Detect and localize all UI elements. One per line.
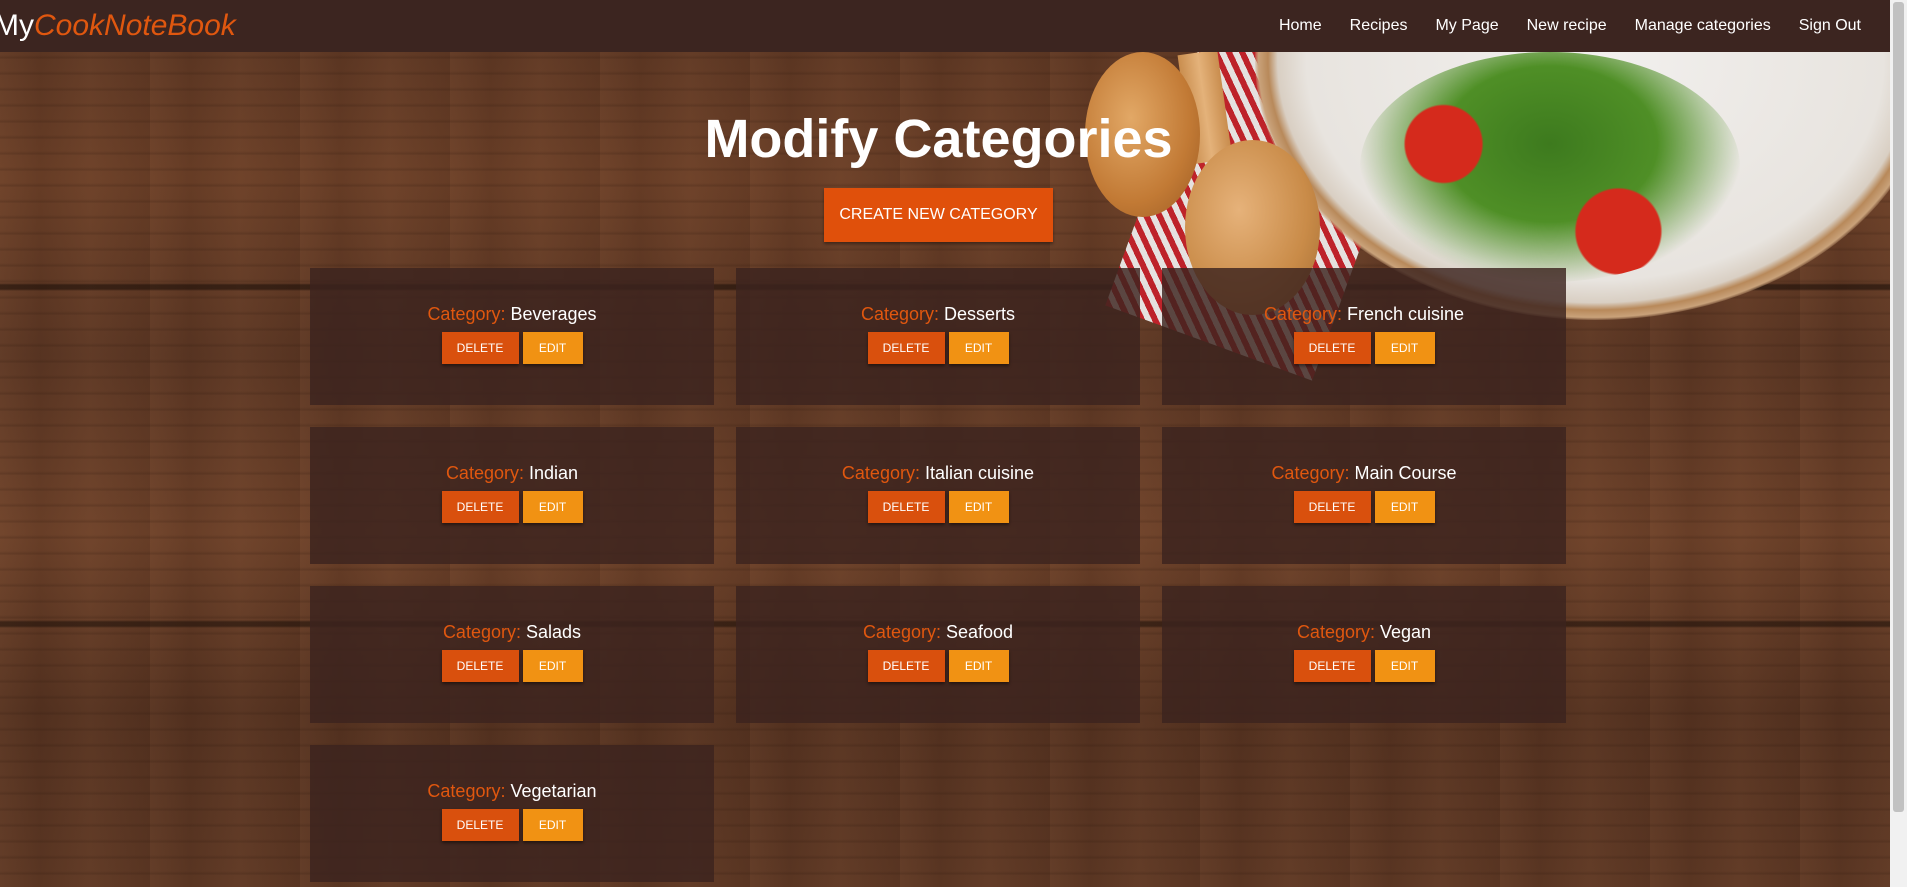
edit-button[interactable]: EDIT (1374, 332, 1435, 364)
category-title: Category: Seafood (863, 622, 1013, 643)
delete-button[interactable]: DELETE (441, 650, 519, 682)
category-label: Category: (862, 622, 941, 642)
category-card-salads: Category: Salads DELETE EDIT (310, 586, 714, 723)
edit-button[interactable]: EDIT (1374, 650, 1435, 682)
scrollbar-thumb[interactable] (1893, 2, 1904, 812)
category-name: Vegan (1380, 622, 1432, 642)
category-label: Category: (841, 463, 920, 483)
card-actions: DELETE EDIT (1293, 332, 1435, 364)
category-label: Category: (1271, 463, 1350, 483)
card-actions: DELETE EDIT (1293, 491, 1435, 523)
category-card-french-cuisine: Category: French cuisine DELETE EDIT (1162, 268, 1566, 405)
category-title: Category: Italian cuisine (842, 463, 1034, 484)
delete-button[interactable]: DELETE (1293, 491, 1371, 523)
category-name: Italian cuisine (924, 463, 1035, 483)
card-actions: DELETE EDIT (867, 650, 1009, 682)
card-actions: DELETE EDIT (441, 650, 583, 682)
category-title: Category: Vegetarian (427, 781, 596, 802)
card-actions: DELETE EDIT (1293, 650, 1435, 682)
category-title: Category: Main Course (1271, 463, 1456, 484)
category-title: Category: Salads (443, 622, 581, 643)
category-card-main-course: Category: Main Course DELETE EDIT (1162, 427, 1566, 564)
card-actions: DELETE EDIT (867, 332, 1009, 364)
category-name: Vegetarian (510, 781, 597, 801)
category-card-vegan: Category: Vegan DELETE EDIT (1162, 586, 1566, 723)
category-card-italian-cuisine: Category: Italian cuisine DELETE EDIT (736, 427, 1140, 564)
delete-button[interactable]: DELETE (1293, 650, 1371, 682)
category-label: Category: (427, 781, 506, 801)
category-card-desserts: Category: Desserts DELETE EDIT (736, 268, 1140, 405)
category-name: Salads (526, 622, 582, 642)
card-actions: DELETE EDIT (867, 491, 1009, 523)
create-category-button[interactable]: CREATE NEW CATEGORY (824, 188, 1053, 242)
category-label: Category: (1296, 622, 1375, 642)
nav-links: Home Recipes My Page New recipe Manage c… (1265, 17, 1875, 35)
edit-button[interactable]: EDIT (948, 650, 1009, 682)
category-card-vegetarian: Category: Vegetarian DELETE EDIT (310, 745, 714, 882)
category-name: Seafood (946, 622, 1014, 642)
category-name: Main Course (1354, 463, 1457, 483)
nav-link-sign-out[interactable]: Sign Out (1785, 17, 1875, 35)
card-actions: DELETE EDIT (441, 332, 583, 364)
navbar: MyCookNoteBook Home Recipes My Page New … (0, 0, 1890, 52)
category-card-indian: Category: Indian DELETE EDIT (310, 427, 714, 564)
vertical-scrollbar[interactable] (1890, 0, 1907, 887)
category-grid: Category: Beverages DELETE EDIT Category… (310, 268, 1570, 882)
card-actions: DELETE EDIT (441, 491, 583, 523)
nav-link-home[interactable]: Home (1265, 17, 1336, 35)
category-name: Desserts (944, 304, 1016, 324)
brand-prefix: My (0, 9, 34, 42)
nav-link-manage-categories[interactable]: Manage categories (1621, 17, 1785, 35)
category-card-seafood: Category: Seafood DELETE EDIT (736, 586, 1140, 723)
page-title: Modify Categories (704, 109, 1173, 169)
category-title: Category: French cuisine (1264, 304, 1464, 325)
edit-button[interactable]: EDIT (522, 809, 583, 841)
delete-button[interactable]: DELETE (867, 491, 945, 523)
category-name: French cuisine (1347, 304, 1465, 324)
brand-accent: CookNoteBook (34, 9, 236, 42)
nav-link-new-recipe[interactable]: New recipe (1513, 17, 1621, 35)
category-label: Category: (442, 622, 521, 642)
category-label: Category: (427, 304, 506, 324)
nav-link-recipes[interactable]: Recipes (1336, 17, 1422, 35)
category-title: Category: Desserts (861, 304, 1015, 325)
category-name: Beverages (510, 304, 597, 324)
category-name: Indian (529, 463, 579, 483)
delete-button[interactable]: DELETE (1293, 332, 1371, 364)
edit-button[interactable]: EDIT (948, 491, 1009, 523)
brand-logo[interactable]: MyCookNoteBook (0, 9, 236, 43)
edit-button[interactable]: EDIT (522, 332, 583, 364)
delete-button[interactable]: DELETE (441, 809, 519, 841)
category-card-beverages: Category: Beverages DELETE EDIT (310, 268, 714, 405)
category-label: Category: (1263, 304, 1342, 324)
category-label: Category: (445, 463, 524, 483)
category-title: Category: Vegan (1297, 622, 1431, 643)
delete-button[interactable]: DELETE (867, 332, 945, 364)
delete-button[interactable]: DELETE (441, 332, 519, 364)
category-title: Category: Beverages (427, 304, 596, 325)
nav-link-my-page[interactable]: My Page (1421, 17, 1512, 35)
edit-button[interactable]: EDIT (522, 650, 583, 682)
edit-button[interactable]: EDIT (1374, 491, 1435, 523)
category-label: Category: (860, 304, 939, 324)
delete-button[interactable]: DELETE (441, 491, 519, 523)
edit-button[interactable]: EDIT (522, 491, 583, 523)
category-title: Category: Indian (446, 463, 578, 484)
card-actions: DELETE EDIT (441, 809, 583, 841)
edit-button[interactable]: EDIT (948, 332, 1009, 364)
delete-button[interactable]: DELETE (867, 650, 945, 682)
